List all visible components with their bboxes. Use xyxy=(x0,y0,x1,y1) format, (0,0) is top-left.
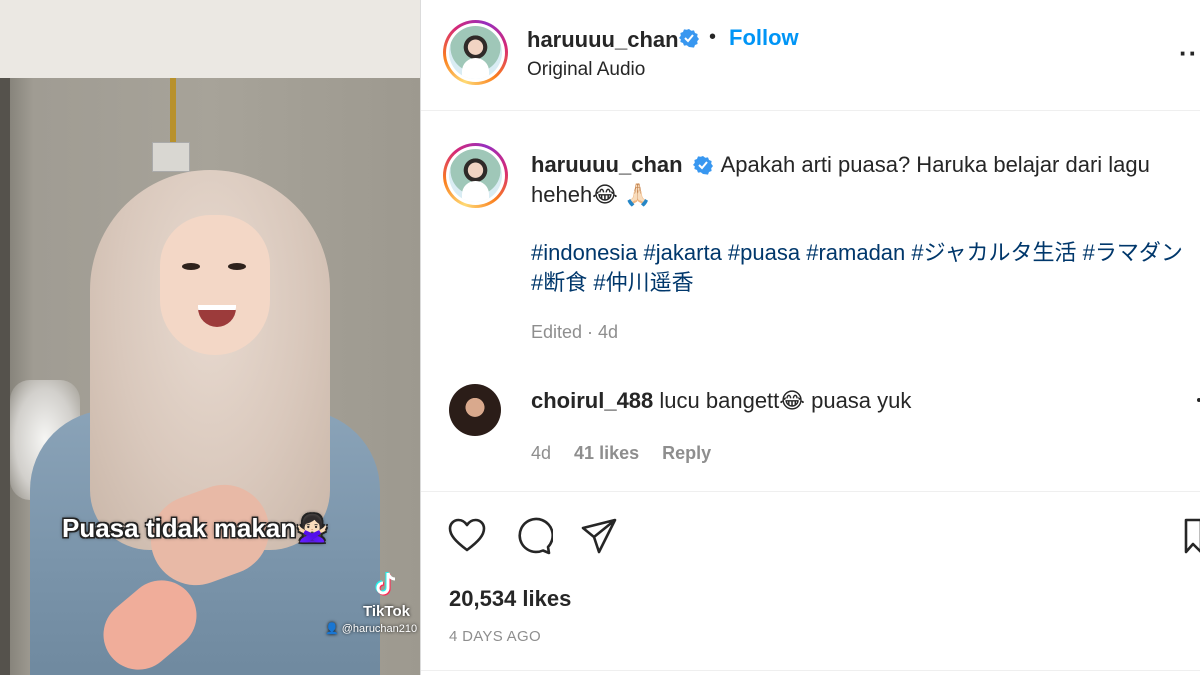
tiktok-watermark-user: 👤 @haruchan210 xyxy=(325,623,418,635)
post-header: haruuuu_chan • Follow Original Audio ··· xyxy=(421,0,1200,111)
video-person xyxy=(30,170,380,675)
video-player[interactable]: Puasa tidak makan🙅🏻‍♀️ TikTok 👤 @harucha… xyxy=(0,0,420,675)
instagram-post-view: Puasa tidak makan🙅🏻‍♀️ TikTok 👤 @harucha… xyxy=(0,0,1200,675)
divider xyxy=(421,670,1200,671)
follow-button[interactable]: Follow xyxy=(729,25,799,51)
commenter-avatar[interactable] xyxy=(449,384,501,436)
original-audio-link[interactable]: Original Audio xyxy=(527,59,645,81)
author-username[interactable]: haruuuu_chan xyxy=(527,27,679,53)
caption-line-1: Apakah arti puasa? Haruka belajar dari l… xyxy=(720,152,1150,177)
comment-item: choirul_488 lucu bangett😂 puasa yuk xyxy=(531,388,911,414)
comment-meta: 4d 41 likes Reply xyxy=(531,443,729,464)
header-separator: • xyxy=(709,26,717,48)
tiktok-watermark-brand: TikTok xyxy=(363,603,410,620)
verified-icon xyxy=(692,156,713,175)
caption-author-avatar[interactable] xyxy=(443,143,508,208)
post-side-panel: haruuuu_chan • Follow Original Audio ···… xyxy=(420,0,1200,675)
video-door-edge xyxy=(0,78,10,675)
post-timestamp: 4 DAYS AGO xyxy=(449,628,541,645)
tiktok-logo-icon xyxy=(375,572,396,596)
verified-icon xyxy=(679,29,699,48)
hashtags-line-2[interactable]: #断食 #仲川遥香 xyxy=(531,270,694,295)
video-subtitle: Puasa tidak makan🙅🏻‍♀️ xyxy=(62,513,329,543)
bookmark-icon[interactable] xyxy=(1181,516,1200,556)
post-likes-count[interactable]: 20,534 likes xyxy=(449,586,571,612)
comment-reply-button[interactable]: Reply xyxy=(662,443,711,463)
caption-username[interactable]: haruuuu_chan xyxy=(531,152,683,177)
video-person-eye xyxy=(228,263,246,270)
comment-text: lucu bangett😂 puasa yuk xyxy=(659,388,912,413)
caption-edited-time: Edited · 4d xyxy=(531,322,619,342)
heart-icon[interactable] xyxy=(447,516,487,556)
post-caption: haruuuu_chan Apakah arti puasa? Haruka b… xyxy=(531,150,1200,210)
comment-likes[interactable]: 41 likes xyxy=(574,443,639,463)
share-icon[interactable] xyxy=(579,516,619,556)
caption-line-2: heheh😂 🙏🏻 xyxy=(531,182,652,207)
video-person-face xyxy=(160,215,270,355)
video-person-eye xyxy=(182,263,200,270)
comment-age: 4d xyxy=(531,443,552,463)
video-background-wall xyxy=(0,0,420,80)
comment-username[interactable]: choirul_488 xyxy=(531,388,653,413)
more-options-button[interactable]: ··· xyxy=(1179,38,1200,69)
video-person-mouth xyxy=(198,305,236,327)
author-avatar[interactable] xyxy=(443,20,508,85)
video-door-hinge xyxy=(152,142,190,172)
more-icon: ··· xyxy=(1179,38,1200,68)
caption-hashtags[interactable]: #indonesia #jakarta #puasa #ramadan #ジャカ… xyxy=(531,238,1183,298)
comment-icon[interactable] xyxy=(513,516,553,556)
post-actions: 20,534 likes 4 DAYS AGO xyxy=(421,491,1200,675)
hashtags-line-1[interactable]: #indonesia #jakarta #puasa #ramadan #ジャカ… xyxy=(531,240,1183,265)
